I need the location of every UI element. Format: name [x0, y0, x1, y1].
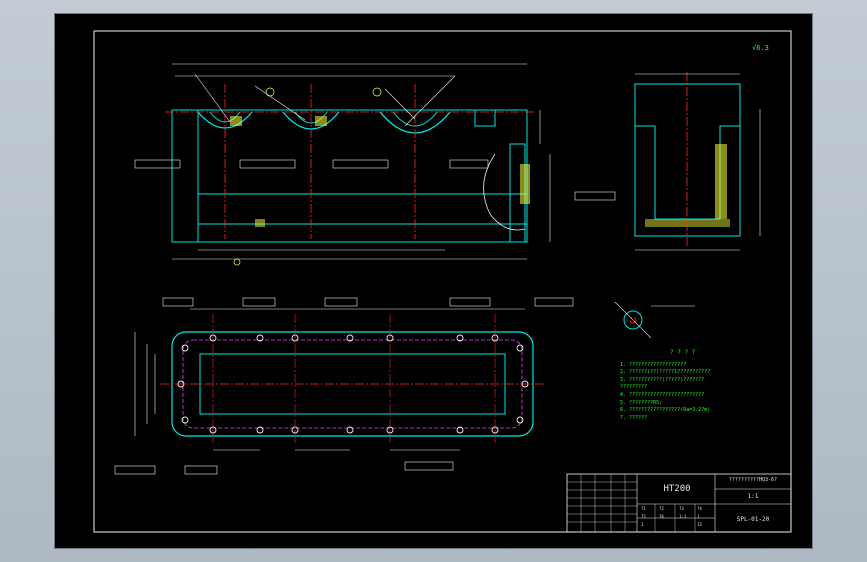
- tolerance-frame-1: [134, 159, 181, 169]
- tolerance-frame-top-4: [449, 297, 491, 307]
- tolerance-frame-4: [449, 159, 489, 169]
- tolerance-frame-top-1: [162, 297, 194, 307]
- tolerance-frame-side: [574, 191, 616, 201]
- tolerance-frame-bottom-1: [114, 465, 156, 475]
- datum-bubble-2: [372, 87, 382, 97]
- tech-note: ?????????: [620, 384, 648, 391]
- section-break-line: [483, 153, 526, 231]
- tech-note: 6. ?????????????????(Ra=3.2?m): [620, 407, 711, 414]
- titleblock-small-cells: ?1 ?2 ?3 ?4 ?5 ?6 1:1 1 1 13: [641, 506, 702, 527]
- part-name-label: ??????????HQ3-6?: [728, 477, 778, 483]
- side-hatch-base: [645, 219, 730, 227]
- front-hatch-right: [520, 164, 530, 204]
- tolerance-frame-top-2: [242, 297, 276, 307]
- tolerance-frame-2: [239, 159, 296, 169]
- tech-note: 2. ??????(??)?????1???????????: [620, 369, 711, 376]
- tech-note: 3. ???????????(?????)???????: [620, 376, 705, 383]
- drawing-sheet[interactable]: √6.3 HT200 ??????????HQ3-6? 1:1 SPL-01-2…: [55, 14, 812, 548]
- leader-4: [384, 88, 416, 120]
- drawing-frame: [93, 30, 792, 533]
- tech-note: 7. ??????: [620, 414, 648, 421]
- material-label: HT200: [663, 484, 691, 494]
- leader-2: [254, 85, 306, 121]
- drawing-number: SPL-01-20: [736, 516, 770, 523]
- bolt-hole: [346, 426, 354, 434]
- tech-note: 1. ???????????????????: [620, 361, 687, 368]
- technical-notes: ? ? ? ? 1. ??????????????????? 2. ??????…: [620, 349, 800, 422]
- tolerance-frame-3: [332, 159, 389, 169]
- roughness-symbol: √6.3: [752, 44, 769, 52]
- tech-note: 4. ?????????????????????????: [620, 391, 705, 398]
- tolerance-frame-bottom-3: [404, 461, 454, 471]
- front-hatch-base: [255, 219, 265, 227]
- datum-bubble-1: [265, 87, 275, 97]
- side-hatch-right: [715, 144, 727, 219]
- detail-leader: [614, 301, 652, 339]
- top-view: [114, 297, 574, 475]
- tolerance-frame-right: [534, 297, 574, 307]
- detail-view: [614, 301, 695, 339]
- scale-label: 1:1: [747, 493, 759, 500]
- tolerance-frame-bottom-2: [184, 465, 218, 475]
- side-view: [574, 72, 761, 251]
- front-hatch-2: [315, 116, 327, 126]
- datum-bubble-3: [233, 258, 241, 266]
- tech-note: 5. ????????R5;: [620, 399, 663, 406]
- bolt-hole: [256, 426, 264, 434]
- tolerance-frame-top-3: [324, 297, 358, 307]
- front-view: [134, 63, 551, 266]
- cad-viewport[interactable]: √6.3 HT200 ??????????HQ3-6? 1:1 SPL-01-2…: [0, 0, 867, 562]
- front-hatch-1: [230, 116, 242, 126]
- tech-notes-title: ? ? ? ?: [670, 349, 696, 356]
- leader-3: [404, 75, 456, 127]
- drawing-canvas: [93, 30, 792, 533]
